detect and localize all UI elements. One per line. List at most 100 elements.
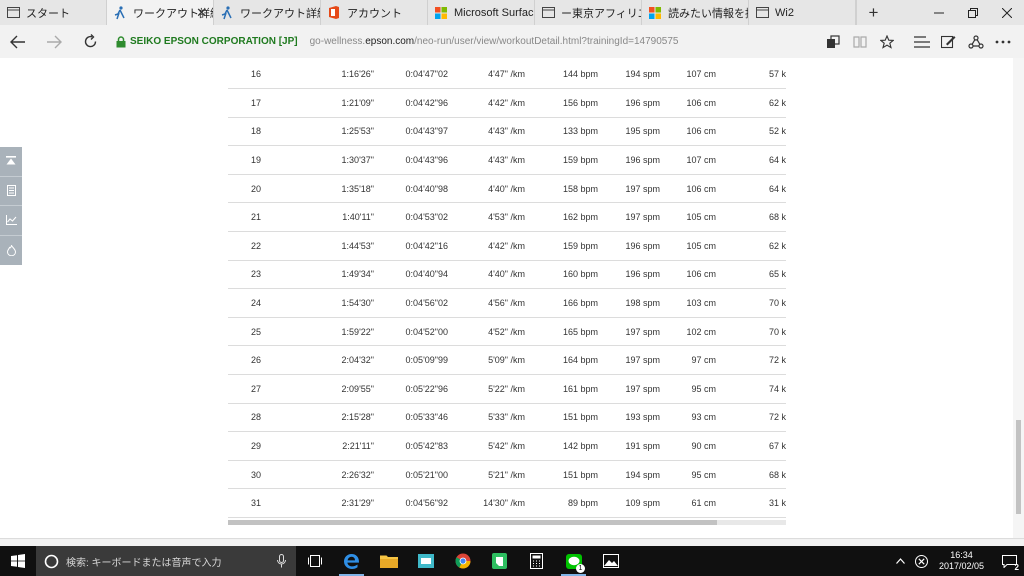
photos-button[interactable] bbox=[592, 546, 629, 576]
chrome-button[interactable] bbox=[444, 546, 481, 576]
table-row: 28 2:15'28" 0:05'33"46 5'33" /km 151 bpm 193 … bbox=[228, 403, 786, 433]
tab-strip-drag-area[interactable] bbox=[890, 0, 922, 25]
table-row: 23 1:49'34" 0:04'40"94 4'40" /km 160 bpm 196 … bbox=[228, 260, 786, 290]
extension-icon[interactable] bbox=[819, 25, 846, 58]
tab-wi2[interactable]: Wi2 bbox=[749, 0, 856, 25]
clock[interactable]: 16:34 2017/02/05 bbox=[939, 550, 984, 572]
lap-split-time: 0:05'21"00 bbox=[374, 460, 448, 490]
lap-number: 19 bbox=[228, 145, 321, 175]
line-button[interactable]: 1 bbox=[555, 546, 592, 576]
chart-icon[interactable] bbox=[0, 206, 22, 236]
table-row: 17 1:21'09" 0:04'42"96 4'42" /km 156 bpm 196 … bbox=[228, 88, 786, 118]
microsoft-icon bbox=[434, 6, 448, 20]
no-network-icon bbox=[915, 554, 929, 568]
tab-workout-detail-active[interactable]: ワークアウト詳細 ✕ bbox=[107, 0, 214, 25]
lap-elapsed-time: 1:49'34" bbox=[321, 260, 374, 290]
file-explorer-button[interactable] bbox=[370, 546, 407, 576]
lap-pace: 4'42" /km bbox=[448, 231, 525, 261]
horizontal-scrollbar-thumb[interactable] bbox=[228, 520, 717, 525]
more-icon[interactable] bbox=[989, 25, 1016, 58]
tab-tokyo-affiliate[interactable]: ー東京アフィリエイト bbox=[535, 0, 642, 25]
back-button[interactable] bbox=[0, 25, 36, 58]
page-icon bbox=[6, 6, 20, 20]
lap-heart-rate: 133 bpm bbox=[525, 117, 598, 147]
lap-cadence: 198 spm bbox=[598, 288, 660, 318]
lap-heart-rate: 160 bpm bbox=[525, 260, 598, 290]
lap-heart-rate: 159 bpm bbox=[525, 231, 598, 261]
show-hidden-icons-button[interactable] bbox=[891, 546, 911, 576]
scroll-top-button[interactable] bbox=[0, 147, 22, 177]
app-tile-button[interactable] bbox=[407, 546, 444, 576]
close-tab-icon[interactable]: ✕ bbox=[196, 5, 207, 21]
close-window-button[interactable] bbox=[990, 0, 1024, 25]
lap-pace: 4'52" /km bbox=[448, 317, 525, 347]
horizontal-scrollbar[interactable] bbox=[228, 520, 786, 525]
chevron-up-icon bbox=[896, 558, 906, 564]
flame-icon[interactable] bbox=[0, 236, 22, 266]
share-icon[interactable] bbox=[962, 25, 989, 58]
lap-number: 30 bbox=[228, 460, 321, 490]
network-status-button[interactable] bbox=[911, 546, 933, 576]
lap-heart-rate: 166 bpm bbox=[525, 288, 598, 318]
lap-cadence: 196 spm bbox=[598, 260, 660, 290]
lap-stride: 105 cm bbox=[660, 231, 716, 261]
web-note-icon[interactable] bbox=[935, 25, 962, 58]
forward-button[interactable] bbox=[36, 25, 72, 58]
start-button[interactable] bbox=[0, 546, 36, 576]
lap-elapsed-time: 2:09'55" bbox=[321, 374, 374, 404]
calculator-button[interactable] bbox=[518, 546, 555, 576]
lap-split-time: 0:04'52"00 bbox=[374, 317, 448, 347]
lap-elapsed-time: 2:26'32" bbox=[321, 460, 374, 490]
lap-heart-rate: 151 bpm bbox=[525, 460, 598, 490]
lap-elapsed-time: 1:44'53" bbox=[321, 231, 374, 261]
lap-stride: 106 cm bbox=[660, 117, 716, 147]
lap-pace: 4'43" /km bbox=[448, 117, 525, 147]
tab-strip: スタート ワークアウト詳細 ✕ ワークアウト詳細 - N アカウント Micro… bbox=[0, 0, 1024, 25]
minimize-button[interactable] bbox=[922, 0, 956, 25]
url-path: /neo-run/user/view/workoutDetail.html?tr… bbox=[414, 36, 679, 47]
microphone-icon[interactable] bbox=[277, 554, 286, 568]
lap-split-time: 0:04'43"96 bbox=[374, 145, 448, 175]
lap-pace: 5'21" /km bbox=[448, 460, 525, 490]
lap-pace: 5'42" /km bbox=[448, 431, 525, 461]
table-row: 21 1:40'11" 0:04'53"02 4'53" /km 162 bpm 197 … bbox=[228, 202, 786, 233]
lap-stride: 105 cm bbox=[660, 202, 716, 233]
lap-cadence: 197 spm bbox=[598, 174, 660, 204]
new-tab-button[interactable]: + bbox=[856, 0, 890, 25]
table-row: 16 1:16'26" 0:04'47"02 4'47" /km 144 bpm 194 … bbox=[228, 60, 786, 90]
vertical-scrollbar-thumb[interactable] bbox=[1016, 420, 1021, 514]
action-center-button[interactable]: 2 bbox=[994, 546, 1024, 576]
edge-taskbar-button[interactable] bbox=[333, 546, 370, 576]
tab-start[interactable]: スタート bbox=[0, 0, 107, 25]
tab-account[interactable]: アカウント bbox=[321, 0, 428, 25]
lap-calories: 64 k bbox=[716, 174, 786, 204]
lap-split-time: 0:04'56"02 bbox=[374, 288, 448, 318]
restore-button[interactable] bbox=[956, 0, 990, 25]
vertical-scrollbar[interactable] bbox=[1013, 58, 1024, 546]
address-field[interactable]: SEIKO EPSON CORPORATION [JP] go-wellness… bbox=[116, 35, 679, 48]
evernote-button[interactable] bbox=[481, 546, 518, 576]
favorite-star-icon[interactable] bbox=[873, 25, 900, 58]
lap-stride: 106 cm bbox=[660, 260, 716, 290]
search-box[interactable]: 検索: キーボードまたは音声で入力 bbox=[36, 546, 296, 576]
lap-calories: 68 k bbox=[716, 202, 786, 233]
tab-label: 読みたい情報を持ち bbox=[668, 7, 748, 20]
lap-stride: 102 cm bbox=[660, 317, 716, 347]
refresh-button[interactable] bbox=[72, 25, 108, 58]
hub-icon[interactable] bbox=[908, 25, 935, 58]
lap-cadence: 194 spm bbox=[598, 60, 660, 90]
lap-cadence: 197 spm bbox=[598, 317, 660, 347]
lap-stride: 97 cm bbox=[660, 345, 716, 376]
tab-microsoft-surface[interactable]: Microsoft Surface bbox=[428, 0, 535, 25]
browser-toolbar-right bbox=[819, 25, 1016, 58]
tab-msn[interactable]: 読みたい情報を持ち bbox=[642, 0, 749, 25]
document-icon[interactable] bbox=[0, 177, 22, 206]
reading-view-icon[interactable] bbox=[846, 25, 873, 58]
task-view-button[interactable] bbox=[296, 546, 333, 576]
lap-calories: 67 k bbox=[716, 431, 786, 461]
lap-cadence: 197 spm bbox=[598, 345, 660, 376]
runner-icon bbox=[220, 5, 234, 20]
lap-split-time: 0:05'42"83 bbox=[374, 431, 448, 461]
tab-workout-detail-2[interactable]: ワークアウト詳細 - N bbox=[214, 0, 321, 25]
lap-elapsed-time: 1:30'37" bbox=[321, 145, 374, 175]
